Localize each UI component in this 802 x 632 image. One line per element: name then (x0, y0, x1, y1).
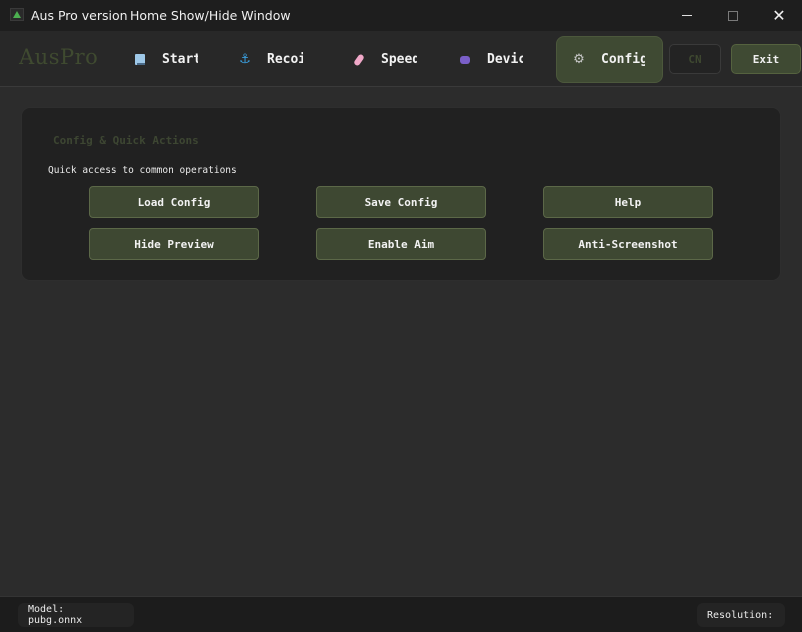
status-bar: Model: pubg.onnx Resolution: (0, 596, 802, 632)
tab-speed[interactable]: Speed (351, 36, 433, 83)
tab-label: Recoil (267, 52, 303, 67)
tab-label: Speed (381, 52, 417, 67)
title-bar: Aus Pro version Home Show/Hide Window ✕ (0, 0, 802, 31)
exit-button[interactable]: Exit (731, 44, 801, 74)
rocket-icon (351, 52, 367, 68)
anti-screenshot-button[interactable]: Anti-Screenshot (543, 228, 713, 260)
close-icon: ✕ (772, 5, 786, 25)
config-panel: Config & Quick Actions Quick access to c… (21, 107, 781, 281)
enable-aim-button[interactable]: Enable Aim (316, 228, 486, 260)
tab-config[interactable]: ⚙ Config (556, 36, 663, 83)
panel-title: Config & Quick Actions (53, 134, 199, 147)
save-config-button[interactable]: Save Config (316, 186, 486, 218)
help-button[interactable]: Help (543, 186, 713, 218)
tab-label: Config (601, 52, 645, 67)
nav-bar: AusPro Start ⚓ Recoil Speed Device ⚙ Con… (0, 31, 802, 87)
minimize-icon (682, 15, 692, 16)
minimize-button[interactable] (664, 0, 710, 31)
gamepad-icon (457, 52, 473, 68)
brand-logo: AusPro (19, 45, 99, 69)
app-logo-icon (10, 8, 24, 21)
tab-label: Device (487, 52, 523, 67)
anchor-icon: ⚓ (239, 52, 251, 67)
maximize-button[interactable] (710, 0, 756, 31)
resolution-status: Resolution: (697, 603, 785, 627)
tab-start[interactable]: Start (132, 36, 212, 83)
tab-device[interactable]: Device (457, 36, 543, 83)
maximize-icon (728, 10, 738, 21)
tab-label: Start (162, 52, 198, 67)
close-button[interactable]: ✕ (756, 0, 802, 31)
tab-recoil[interactable]: ⚓ Recoil (237, 36, 327, 83)
model-status: Model: pubg.onnx (18, 603, 134, 627)
load-config-button[interactable]: Load Config (89, 186, 259, 218)
window-title: Aus Pro version (31, 8, 128, 23)
gear-icon: ⚙ (573, 52, 585, 67)
hide-preview-button[interactable]: Hide Preview (89, 228, 259, 260)
language-button[interactable]: CN (669, 44, 721, 74)
panel-subtitle: Quick access to common operations (48, 165, 237, 176)
monitor-icon (132, 52, 148, 68)
window-hint: Home Show/Hide Window (130, 8, 291, 23)
